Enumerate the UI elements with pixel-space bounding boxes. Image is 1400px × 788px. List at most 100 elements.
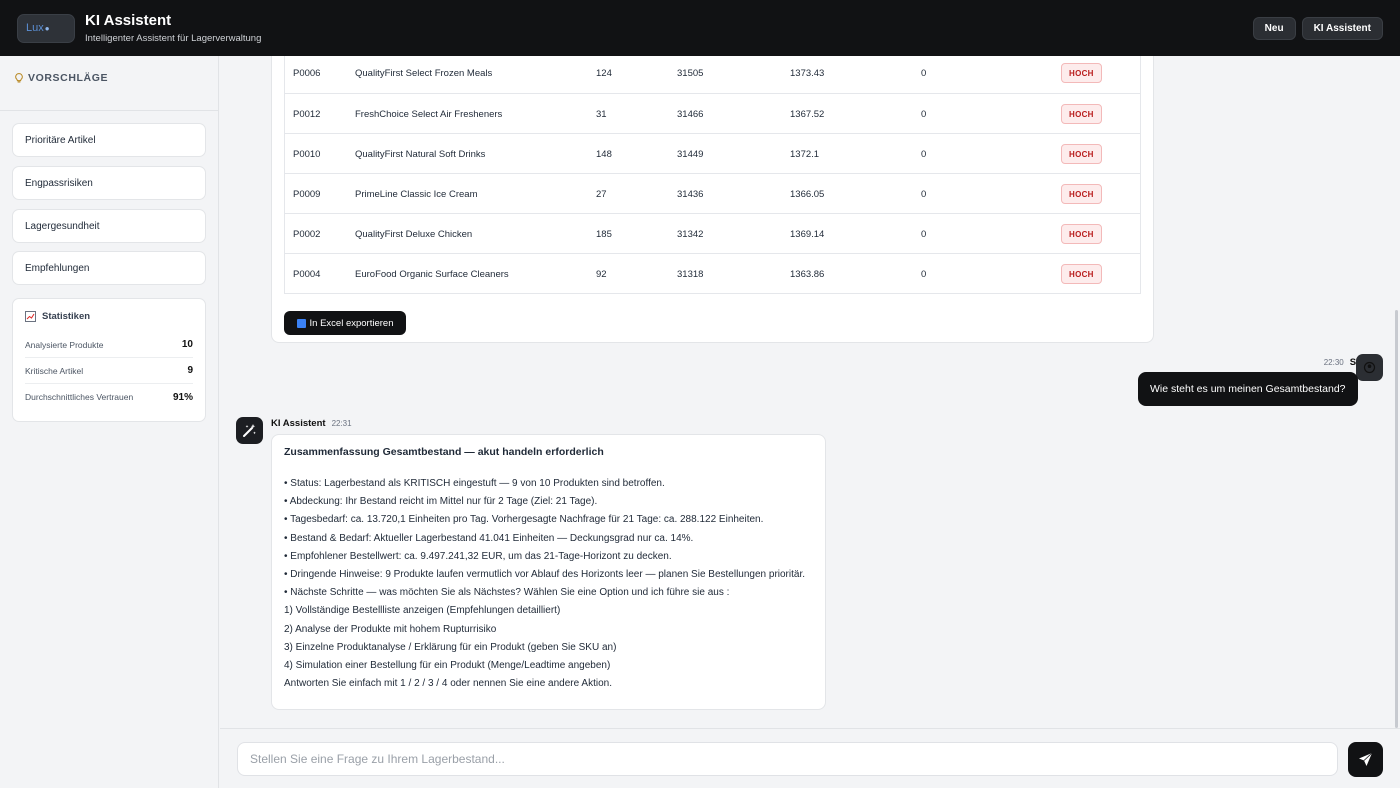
sku-cell: P0006 [293,67,321,79]
bot-message-line: • Empfohlener Bestellwert: ca. 9.497.241… [284,550,672,562]
stat-label: Kritische Artikel [25,365,84,376]
stock-cell: 27 [596,188,607,200]
sidebar-item-stock-health[interactable]: Lagergesundheit [12,209,206,243]
days-cell: 0 [921,108,927,120]
product-name-cell: QualityFirst Deluxe Chicken [355,228,473,240]
value-cell: 1369.14 [790,228,825,240]
user-icon [1363,361,1376,374]
table-row: P0002 QualityFirst Deluxe Chicken 185 31… [285,213,1140,253]
bot-message-line: 4) Simulation einer Bestellung für ein P… [284,659,611,671]
app-logo[interactable]: Lux ● [17,13,75,43]
bot-avatar [236,417,263,444]
header-titles: KI Assistent Intelligenter Assistent für… [85,12,261,44]
statistics-title-label: Statistiken [42,311,91,322]
export-excel-button[interactable]: In Excel exportieren [284,311,406,335]
app-header: Lux ● KI Assistent Intelligenter Assisten… [0,0,1400,56]
sku-cell: P0002 [293,228,321,240]
bot-message-line: Antworten Sie einfach mit 1 / 2 / 3 / 4 … [284,678,612,690]
bot-message-author: KI Assistent [271,418,326,429]
bot-message-line: 3) Einzelne Produktanalyse / Erklärung f… [284,641,617,653]
priority-badge: HOCH [1061,63,1102,83]
table-row: P0006 QualityFirst Select Frozen Meals 1… [285,56,1140,93]
sidebar-item-priority-items[interactable]: Prioritäre Artikel [12,123,206,157]
value-cell: 1363.86 [790,268,825,280]
sku-cell: P0009 [293,188,321,200]
stat-value: 10 [181,339,193,350]
bot-message-line: • Abdeckung: Ihr Bestand reicht im Mitte… [284,496,598,508]
send-icon [1359,752,1373,766]
chat-scrollbar[interactable] [1393,310,1400,728]
demand-cell: 31466 [677,108,704,120]
product-table: P0006 QualityFirst Select Frozen Meals 1… [284,56,1141,294]
product-name-cell: QualityFirst Natural Soft Drinks [355,148,486,160]
stat-value: 91% [172,391,193,403]
stat-row: Kritische Artikel 9 [25,358,193,384]
bot-message-line: • Status: Lagerbestand als KRITISCH eing… [284,478,665,489]
priority-badge: HOCH [1061,224,1102,244]
table-row: P0004 EuroFood Organic Surface Cleaners … [285,253,1140,293]
stock-cell: 148 [596,148,612,160]
send-button[interactable] [1348,742,1383,777]
chat-area[interactable]: P0006 QualityFirst Select Frozen Meals 1… [220,56,1400,728]
priority-cell: HOCH [1061,174,1102,214]
demand-cell: 31342 [677,228,704,240]
sku-cell: P0004 [293,268,321,280]
logo-accent: ● [44,23,50,33]
priority-badge: HOCH [1061,184,1102,204]
bot-message-line: 2) Analyse der Produkte mit hohem Ruptur… [284,623,497,635]
priority-cell: HOCH [1061,94,1102,134]
new-chat-button[interactable]: Neu [1252,16,1296,40]
table-row: P0010 QualityFirst Natural Soft Drinks 1… [285,133,1140,173]
product-name-cell: PrimeLine Classic Ice Cream [355,188,478,200]
excel-icon [296,318,306,328]
days-cell: 0 [921,268,927,280]
bot-message-title: Zusammenfassung Gesamtbestand — akut han… [284,446,604,458]
user-avatar [1356,354,1383,381]
sku-cell: P0010 [293,148,321,160]
days-cell: 0 [921,228,927,240]
statistics-card: Statistiken Analysierte Produkte 10 Krit… [12,298,206,422]
app-subtitle: Intelligenter Assistent für Lagerverwalt… [85,33,262,44]
table-row: P0012 FreshChoice Select Air Fresheners … [285,93,1140,133]
sidebar-item-recommendations[interactable]: Empfehlungen [12,251,206,285]
value-cell: 1366.05 [790,188,825,200]
bot-message-time: 22:31 [331,419,352,428]
stat-row: Analysierte Produkte 10 [25,332,193,358]
logo-text: Lux [26,22,44,34]
days-cell: 0 [921,188,927,200]
product-table-card: P0006 QualityFirst Select Frozen Meals 1… [271,56,1154,343]
priority-cell: HOCH [1061,56,1102,93]
stock-cell: 31 [596,108,607,120]
stat-label: Analysierte Produkte [25,339,104,350]
priority-badge: HOCH [1061,264,1102,284]
demand-cell: 31505 [677,67,704,79]
value-cell: 1372.1 [790,148,820,160]
product-name-cell: QualityFirst Select Frozen Meals [355,67,493,79]
product-name-cell: FreshChoice Select Air Fresheners [355,108,503,120]
sku-cell: P0012 [293,108,321,120]
ki-assistent-button[interactable]: KI Assistent [1301,16,1383,40]
stock-cell: 185 [596,228,612,240]
user-message-time: 22:30 [1323,358,1344,367]
user-message-bubble: Wie steht es um meinen Gesamtbestand? [1138,372,1358,406]
days-cell: 0 [921,148,927,160]
sidebar-item-shortage-risks[interactable]: Engpassrisiken [12,166,206,200]
stock-cell: 124 [596,67,612,79]
table-row: P0009 PrimeLine Classic Ice Cream 27 314… [285,173,1140,213]
bot-message-line: • Nächste Schritte — was möchten Sie als… [284,587,730,599]
priority-cell: HOCH [1061,134,1102,174]
sidebar: VORSCHLÄGE Prioritäre Artikel Engpassris… [0,56,219,788]
demand-cell: 31449 [677,148,704,160]
suggestions-heading-label: VORSCHLÄGE [28,72,109,84]
demand-cell: 31318 [677,268,704,280]
chart-icon [25,311,36,322]
app-title: KI Assistent [85,12,172,29]
stock-cell: 92 [596,268,607,280]
bot-message-meta: KI Assistent 22:31 [271,418,352,429]
value-cell: 1367.52 [790,108,825,120]
chat-scrollbar-thumb[interactable] [1395,310,1398,728]
message-input[interactable] [237,742,1338,776]
magic-wand-icon [243,424,256,437]
demand-cell: 31436 [677,188,704,200]
header-actions: Neu KI Assistent [1252,16,1383,40]
